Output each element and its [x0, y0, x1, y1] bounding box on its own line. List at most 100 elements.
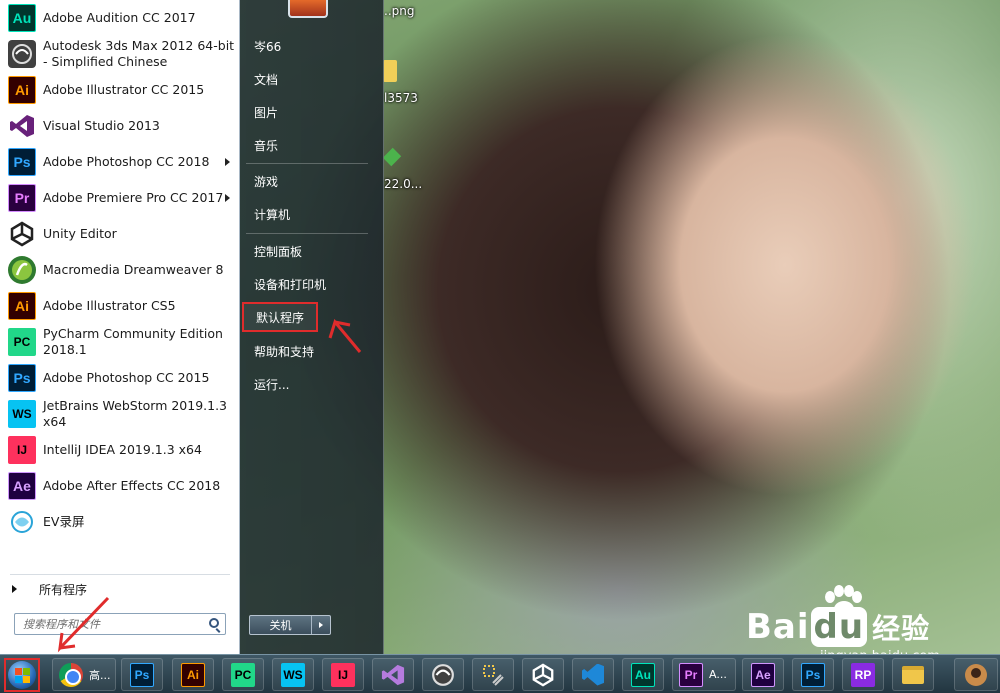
place-item-control-panel[interactable]: 控制面板 — [242, 238, 368, 264]
place-label: 文档 — [254, 72, 279, 87]
adobe-illustrator-icon: Ai — [8, 292, 36, 320]
place-label: 帮助和支持 — [254, 344, 315, 359]
taskbar-item-pycharm[interactable]: PC — [222, 658, 264, 691]
place-item-music[interactable]: 音乐 — [242, 132, 368, 158]
desktop-file-label[interactable]: 22.0... — [384, 177, 422, 191]
place-label: 音乐 — [254, 138, 279, 153]
adobe-photoshop-icon: Ps — [8, 364, 36, 392]
place-item-games[interactable]: 游戏 — [242, 168, 368, 194]
taskbar-item-audition[interactable]: Au — [622, 658, 664, 691]
place-item-computer[interactable]: 计算机 — [242, 201, 368, 227]
program-item[interactable]: Ps Adobe Photoshop CC 2015 — [4, 360, 236, 396]
program-label: Macromedia Dreamweaver 8 — [43, 262, 224, 277]
3ds-max-icon — [432, 663, 454, 686]
webstorm-icon: WS — [281, 662, 305, 687]
program-item[interactable]: PC PyCharm Community Edition 2018.1 — [4, 324, 236, 360]
program-item[interactable]: Macromedia Dreamweaver 8 — [4, 252, 236, 288]
pycharm-icon: PC — [8, 328, 36, 356]
divider — [10, 574, 230, 575]
taskbar-item-explorer[interactable] — [892, 658, 934, 691]
submenu-arrow-icon — [225, 194, 230, 202]
taskbar-item-illustrator[interactable]: Ai — [172, 658, 214, 691]
taskbar-item-after-effects[interactable]: Ae — [742, 658, 784, 691]
taskbar-item-vscode[interactable] — [572, 658, 614, 691]
place-item-pictures[interactable]: 图片 — [242, 99, 368, 125]
program-label: Adobe Premiere Pro CC 2017 — [43, 190, 224, 205]
search-input[interactable]: 搜索程序和文件 — [14, 613, 226, 635]
taskbar-item-user-app[interactable] — [954, 658, 998, 691]
chevron-right-icon — [319, 622, 323, 628]
taskbar-item-photoshop-2[interactable]: Ps — [792, 658, 834, 691]
program-item[interactable]: Au Adobe Audition CC 2017 — [4, 0, 236, 36]
start-menu: Au Adobe Audition CC 2017 Autodesk 3ds M… — [0, 0, 384, 654]
taskbar-item-unity[interactable] — [522, 658, 564, 691]
place-item-documents[interactable]: 文档 — [242, 66, 368, 92]
taskbar-item-premiere[interactable]: Pr A... — [672, 658, 736, 691]
program-item[interactable]: Ae Adobe After Effects CC 2018 — [4, 468, 236, 504]
taskbar-item-3ds-max[interactable] — [422, 658, 464, 691]
folder-icon[interactable] — [383, 60, 397, 82]
program-item[interactable]: Unity Editor — [4, 216, 236, 252]
taskbar-item-tools[interactable] — [472, 658, 514, 691]
place-item-help-support[interactable]: 帮助和支持 — [242, 338, 368, 364]
place-item-user[interactable]: 岑66 — [242, 33, 368, 59]
webstorm-icon: WS — [8, 400, 36, 428]
taskbar-item-webstorm[interactable]: WS — [272, 658, 314, 691]
start-menu-places-pane: 岑66 文档 图片 音乐 游戏 计算机 控制面板 设备和打印机 默认程序 帮助和… — [240, 0, 384, 654]
adobe-audition-icon: Au — [631, 662, 655, 687]
adobe-audition-icon: Au — [8, 4, 36, 32]
start-button[interactable] — [4, 658, 40, 692]
axure-rp-icon: RP — [851, 662, 875, 687]
program-item[interactable]: IJ IntelliJ IDEA 2019.1.3 x64 — [4, 432, 236, 468]
place-label: 控制面板 — [254, 244, 303, 259]
all-programs-button[interactable]: 所有程序 — [10, 578, 232, 600]
program-item[interactable]: EV录屏 — [4, 504, 236, 540]
taskbar-item-photoshop[interactable]: Ps — [121, 658, 163, 691]
place-item-run[interactable]: 运行... — [242, 371, 368, 397]
program-label: Adobe After Effects CC 2018 — [43, 478, 221, 493]
taskbar-item-intellij[interactable]: IJ — [322, 658, 364, 691]
adobe-premiere-icon: Pr — [8, 184, 36, 212]
program-item[interactable]: Ai Adobe Illustrator CS5 — [4, 288, 236, 324]
adobe-photoshop-icon: Ps — [801, 662, 825, 687]
program-item[interactable]: Autodesk 3ds Max 2012 64-bit - Simplifie… — [4, 36, 236, 72]
taskbar: 高... Ps Ai PC WS IJ Au Pr A... Ae Ps RP — [0, 654, 1000, 693]
taskbar-item-axure[interactable]: RP — [842, 658, 884, 691]
user-avatar[interactable] — [288, 0, 328, 18]
place-item-devices-printers[interactable]: 设备和打印机 — [242, 271, 368, 297]
shutdown-button[interactable]: 关机 — [250, 616, 312, 634]
desktop-file-label[interactable]: ..png — [384, 4, 414, 18]
shutdown-options-button[interactable] — [312, 616, 330, 634]
place-label: 岑66 — [254, 39, 282, 54]
dreamweaver-icon — [8, 256, 36, 284]
desktop-file-label[interactable]: l3573 — [384, 91, 418, 105]
vscode-icon — [582, 663, 604, 686]
ev-recorder-icon — [8, 508, 36, 536]
program-item[interactable]: Ai Adobe Illustrator CC 2015 — [4, 72, 236, 108]
visual-studio-icon — [8, 112, 36, 140]
adobe-after-effects-icon: Ae — [751, 662, 775, 687]
place-label: 默认程序 — [256, 310, 305, 325]
taskbar-item-chrome[interactable]: 高... — [52, 658, 116, 691]
place-item-default-programs[interactable]: 默认程序 — [242, 302, 318, 332]
search-placeholder: 搜索程序和文件 — [23, 618, 100, 631]
expand-arrow-icon — [12, 585, 17, 593]
program-item[interactable]: WS JetBrains WebStorm 2019.1.3 x64 — [4, 396, 236, 432]
unity-icon — [8, 220, 36, 248]
watermark-brand: Bai du 经验 — [746, 607, 931, 647]
program-label: IntelliJ IDEA 2019.1.3 x64 — [43, 442, 202, 457]
pycharm-icon: PC — [231, 662, 255, 687]
place-label: 设备和打印机 — [254, 277, 327, 292]
program-item[interactable]: Visual Studio 2013 — [4, 108, 236, 144]
chrome-icon — [59, 662, 83, 687]
program-label: Adobe Illustrator CS5 — [43, 298, 176, 313]
program-item[interactable]: Ps Adobe Photoshop CC 2018 — [4, 144, 236, 180]
program-item[interactable]: Pr Adobe Premiere Pro CC 2017 — [4, 180, 236, 216]
start-menu-programs-pane: Au Adobe Audition CC 2017 Autodesk 3ds M… — [0, 0, 240, 654]
taskbar-item-visual-studio[interactable] — [372, 658, 414, 691]
program-label: Adobe Photoshop CC 2018 — [43, 154, 210, 169]
search-icon[interactable] — [209, 618, 219, 628]
program-label: Adobe Audition CC 2017 — [43, 10, 196, 25]
place-label: 图片 — [254, 105, 279, 120]
program-label: Unity Editor — [43, 226, 117, 241]
